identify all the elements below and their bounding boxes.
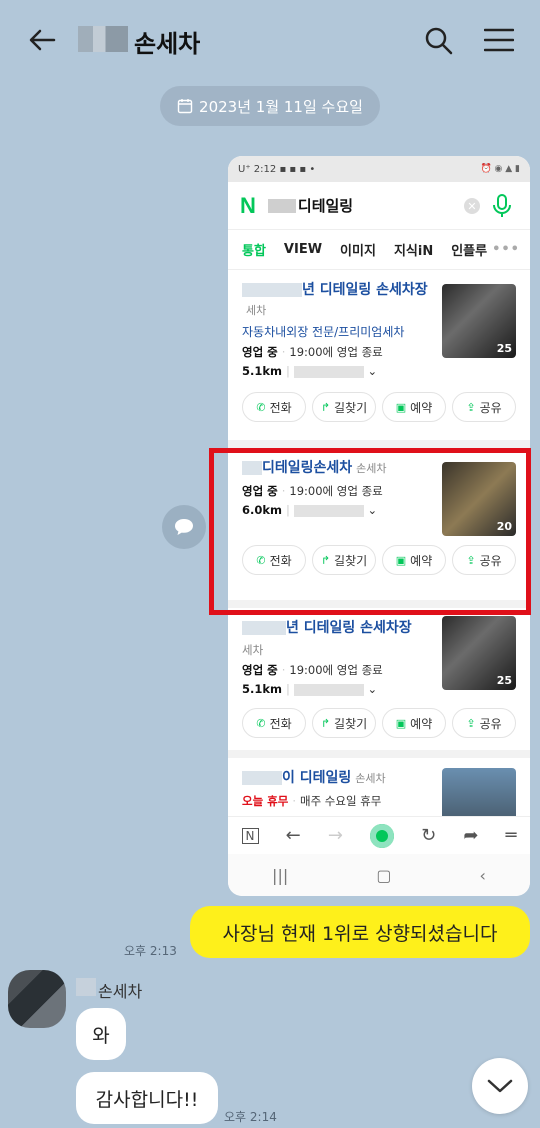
share-button: ⇪ 공유 <box>452 392 516 422</box>
my-message-bubble[interactable]: 사장님 현재 1위로 상향되셨습니다 <box>190 906 530 958</box>
speech-bubble-icon <box>175 519 193 535</box>
reserve-button: ▣ 예약 <box>382 392 446 422</box>
system-nav-bar: ||| ▢ ‹ <box>228 854 530 896</box>
place-name: 이 디테일링 손세차 <box>242 768 432 789</box>
call-button: ✆ 전화 <box>242 392 306 422</box>
blurred-query <box>267 198 296 213</box>
reserve-button: ▣ 예약 <box>382 708 446 738</box>
menu-icon: ═ <box>505 825 517 846</box>
blurred-sender-name <box>76 978 96 996</box>
browser-toolbar: N ← → ↻ ➦ ═ <box>228 816 530 854</box>
their-message-bubble[interactable]: 감사합니다!! <box>76 1072 218 1124</box>
scroll-down-button[interactable] <box>472 1058 528 1114</box>
search-query: 디테일링 <box>297 197 354 215</box>
share-icon: ➦ <box>463 825 479 846</box>
tab-images: 이미지 <box>340 244 376 259</box>
place-photo: 25 <box>442 616 516 690</box>
their-message-bubble[interactable]: 와 <box>76 1008 126 1060</box>
tab-influencer: 인플루 <box>451 244 488 259</box>
naver-home-icon: N <box>241 827 259 844</box>
message-time: 오후 2:13 <box>124 944 177 958</box>
tab-integrated: 통합 <box>242 244 266 259</box>
blurred-name <box>78 26 128 52</box>
directions-button: ↱ 길찾기 <box>312 392 376 422</box>
refresh-icon: ↻ <box>421 825 437 846</box>
tab-view: VIEW <box>283 242 323 257</box>
microphone-icon <box>493 194 511 217</box>
clear-icon: ✕ <box>464 198 480 214</box>
place-name: 년 디테일링 손세차장 <box>242 618 432 638</box>
recent-apps-icon: ||| <box>272 865 289 885</box>
naver-logo: N <box>240 192 256 218</box>
naver-search-bar: N 디테일링 ✕ <box>228 182 530 230</box>
date-text: 2023년 1월 11일 수요일 <box>199 97 363 116</box>
back-arrow-icon[interactable] <box>26 24 58 56</box>
search-tabs: 통합 VIEW 이미지 지식iN 인플루 ••• <box>228 230 530 270</box>
back-icon: ← <box>285 825 301 846</box>
share-button: ⇪ 공유 <box>452 708 516 738</box>
action-buttons: ✆ 전화 ↱ 길찾기 ▣ 예약 ⇪ 공유 <box>242 708 516 738</box>
search-icon[interactable] <box>424 26 454 56</box>
phone-status-bar: U⁺ 2:12 ▪ ▪ ▪ • ⏰ ◉ ▲ ▮ <box>228 156 530 182</box>
directions-button: ↱ 길찾기 <box>312 708 376 738</box>
tab-kin: 지식iN <box>393 244 434 259</box>
place-photo: 25 <box>442 284 516 358</box>
more-icon: ••• <box>492 242 520 257</box>
share-message-button[interactable] <box>162 505 206 549</box>
action-buttons: ✆ 전화 ↱ 길찾기 ▣ 예약 ⇪ 공유 <box>242 392 516 422</box>
result-card: 25 년 디테일링 손세차장세차 자동차내외장 전문/프리미엄세차 영업 중 · 1… <box>228 270 530 448</box>
menu-icon[interactable] <box>484 28 514 52</box>
avatar[interactable] <box>8 970 66 1028</box>
highlight-box <box>209 448 531 615</box>
call-button: ✆ 전화 <box>242 708 306 738</box>
place-name: 년 디테일링 손세차장세차 <box>242 280 432 321</box>
calendar-icon <box>177 99 193 114</box>
place-distance: 5.1km | ⌄ <box>242 364 378 378</box>
result-card: 25 년 디테일링 손세차장 세차 영업 중 · 19:00에 영업 종료 5.1k… <box>228 608 530 758</box>
green-dot-icon <box>370 823 395 848</box>
message-time: 오후 2:14 <box>224 1110 277 1124</box>
forward-icon: → <box>327 825 343 846</box>
sender-name: 손세차 <box>98 982 143 1001</box>
home-icon: ▢ <box>376 865 392 885</box>
date-divider: 2023년 1월 11일 수요일 <box>160 86 380 126</box>
chat-header: 손세차 <box>0 0 540 80</box>
back-icon: ‹ <box>479 865 486 885</box>
chevron-down-icon <box>487 1079 513 1093</box>
chat-title: 손세차 <box>134 30 201 58</box>
